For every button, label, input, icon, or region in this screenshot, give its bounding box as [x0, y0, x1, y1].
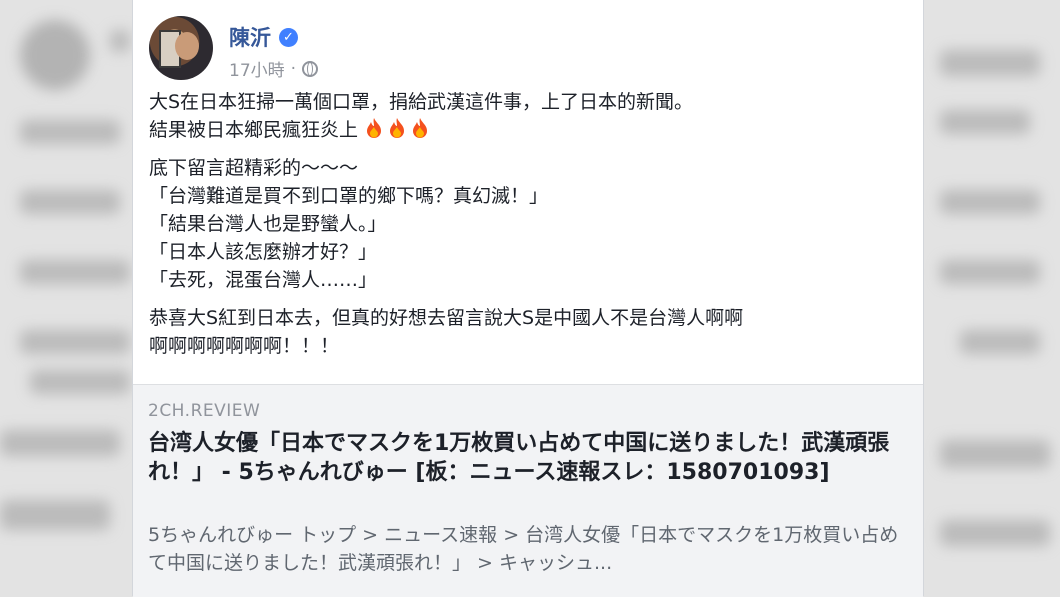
body-line: 恭喜大S紅到日本去，但真的好想去留言說大S是中國人不是台灣人啊啊	[149, 307, 744, 329]
body-line: 「結果台灣人也是野蠻人。」	[149, 213, 387, 235]
link-title[interactable]: 台湾人女優「日本でマスクを1万枚買い占めて中国に送りました！武漢頑張れ！」 - …	[148, 429, 908, 487]
fire-icon	[390, 118, 405, 138]
fire-icon	[413, 118, 428, 138]
meta-separator: ·	[290, 58, 297, 79]
body-line: 大S在日本狂掃一萬個口罩，捐給武漢這件事，上了日本的新聞。	[149, 91, 694, 113]
link-domain: 2CH.REVIEW	[148, 401, 261, 421]
fire-icon	[367, 118, 382, 138]
body-line: 結果被日本鄉民瘋狂炎上	[149, 119, 359, 141]
link-preview[interactable]: 2CH.REVIEW 台湾人女優「日本でマスクを1万枚買い占めて中国に送りました…	[133, 384, 923, 597]
post-header: 陳沂 ✓ 17小時 ·	[149, 12, 849, 81]
body-line: 「去死，混蛋台灣人……」	[149, 269, 378, 291]
facebook-post-card: 陳沂 ✓ 17小時 · 大S在日本狂掃一萬個口罩，捐給武漢這件事，上了日本的新聞…	[132, 0, 924, 597]
author-row: 陳沂 ✓	[229, 22, 298, 52]
link-description: 5ちゃんれびゅー トップ > ニュース速報 > 台湾人女優「日本でマスクを1万枚…	[148, 524, 899, 574]
body-line: 啊啊啊啊啊啊啊！！！	[149, 335, 340, 357]
post-body: 大S在日本狂掃一萬個口罩，捐給武漢這件事，上了日本的新聞。 結果被日本鄉民瘋狂炎…	[149, 88, 909, 360]
body-line: 「台灣難道是買不到口罩的鄉下嗎？真幻滅！」	[149, 185, 549, 207]
body-line: 底下留言超精彩的～～～	[149, 157, 359, 179]
body-line-with-emoji: 結果被日本鄉民瘋狂炎上	[149, 116, 909, 144]
avatar[interactable]	[149, 16, 213, 80]
globe-icon[interactable]	[302, 60, 319, 77]
author-name[interactable]: 陳沂	[229, 22, 271, 52]
post-meta: 17小時 ·	[229, 56, 319, 81]
post-timestamp[interactable]: 17小時	[229, 56, 285, 81]
body-line: 「日本人該怎麼辦才好？」	[149, 241, 378, 263]
verified-badge-icon: ✓	[279, 27, 298, 47]
